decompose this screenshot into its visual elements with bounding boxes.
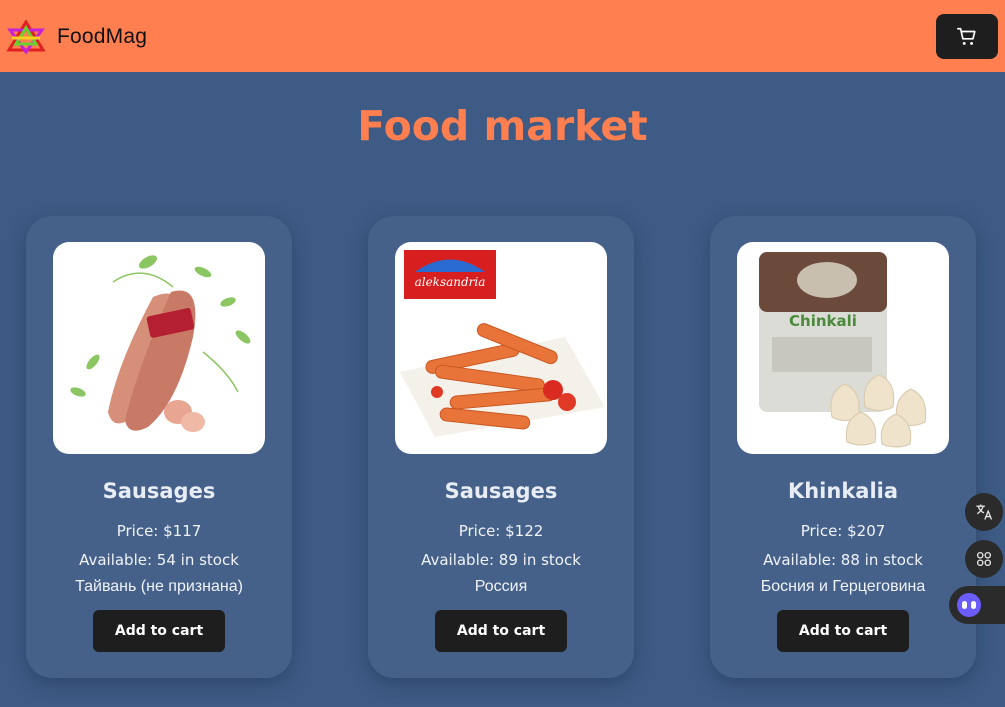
page-title: Food market [357,102,648,150]
apps-button[interactable] [965,540,1003,578]
package-label: Chinkali [789,312,857,330]
assistant-button[interactable] [949,586,1005,624]
top-header: FoodMag [0,0,1005,72]
add-to-cart-button[interactable]: Add to cart [777,610,909,652]
add-to-cart-button[interactable]: Add to cart [93,610,225,652]
brand-label: aleksandria [415,275,486,289]
product-card: aleksandria Sausages Price: $122 Availab… [368,216,634,678]
product-card: Sausages Price: $117 Available: 54 in st… [26,216,292,678]
product-country: Тайвань (не признана) [75,578,243,595]
cart-button[interactable] [936,14,998,59]
brand-name[interactable]: FoodMag [57,25,147,49]
add-to-cart-button[interactable]: Add to cart [435,610,567,652]
product-name: Sausages [444,479,558,503]
translate-icon [976,504,993,520]
apps-grid-icon [976,551,992,567]
product-price: Price: $122 [458,522,544,540]
product-stock: Available: 88 in stock [763,551,923,569]
assistant-face-icon [957,593,981,617]
product-name: Sausages [102,479,216,503]
product-stock: Available: 89 in stock [421,551,581,569]
translate-button[interactable] [965,493,1003,531]
khinkali-dumplings-image: Chinkali [737,242,949,454]
product-name: Khinkalia [787,479,899,503]
product-card: Chinkali Khinkalia Price: $207 Available… [710,216,976,678]
product-country: Босния и Герцеговина [760,578,926,595]
product-price: Price: $117 [116,522,202,540]
aleksandria-sausages-image: aleksandria [395,242,607,454]
sausage-links-image [53,242,265,454]
product-country: Россия [474,578,528,595]
crown-star-logo-icon[interactable] [6,19,46,55]
shopping-cart-icon [957,27,976,45]
product-price: Price: $207 [800,522,886,540]
product-stock: Available: 54 in stock [79,551,239,569]
